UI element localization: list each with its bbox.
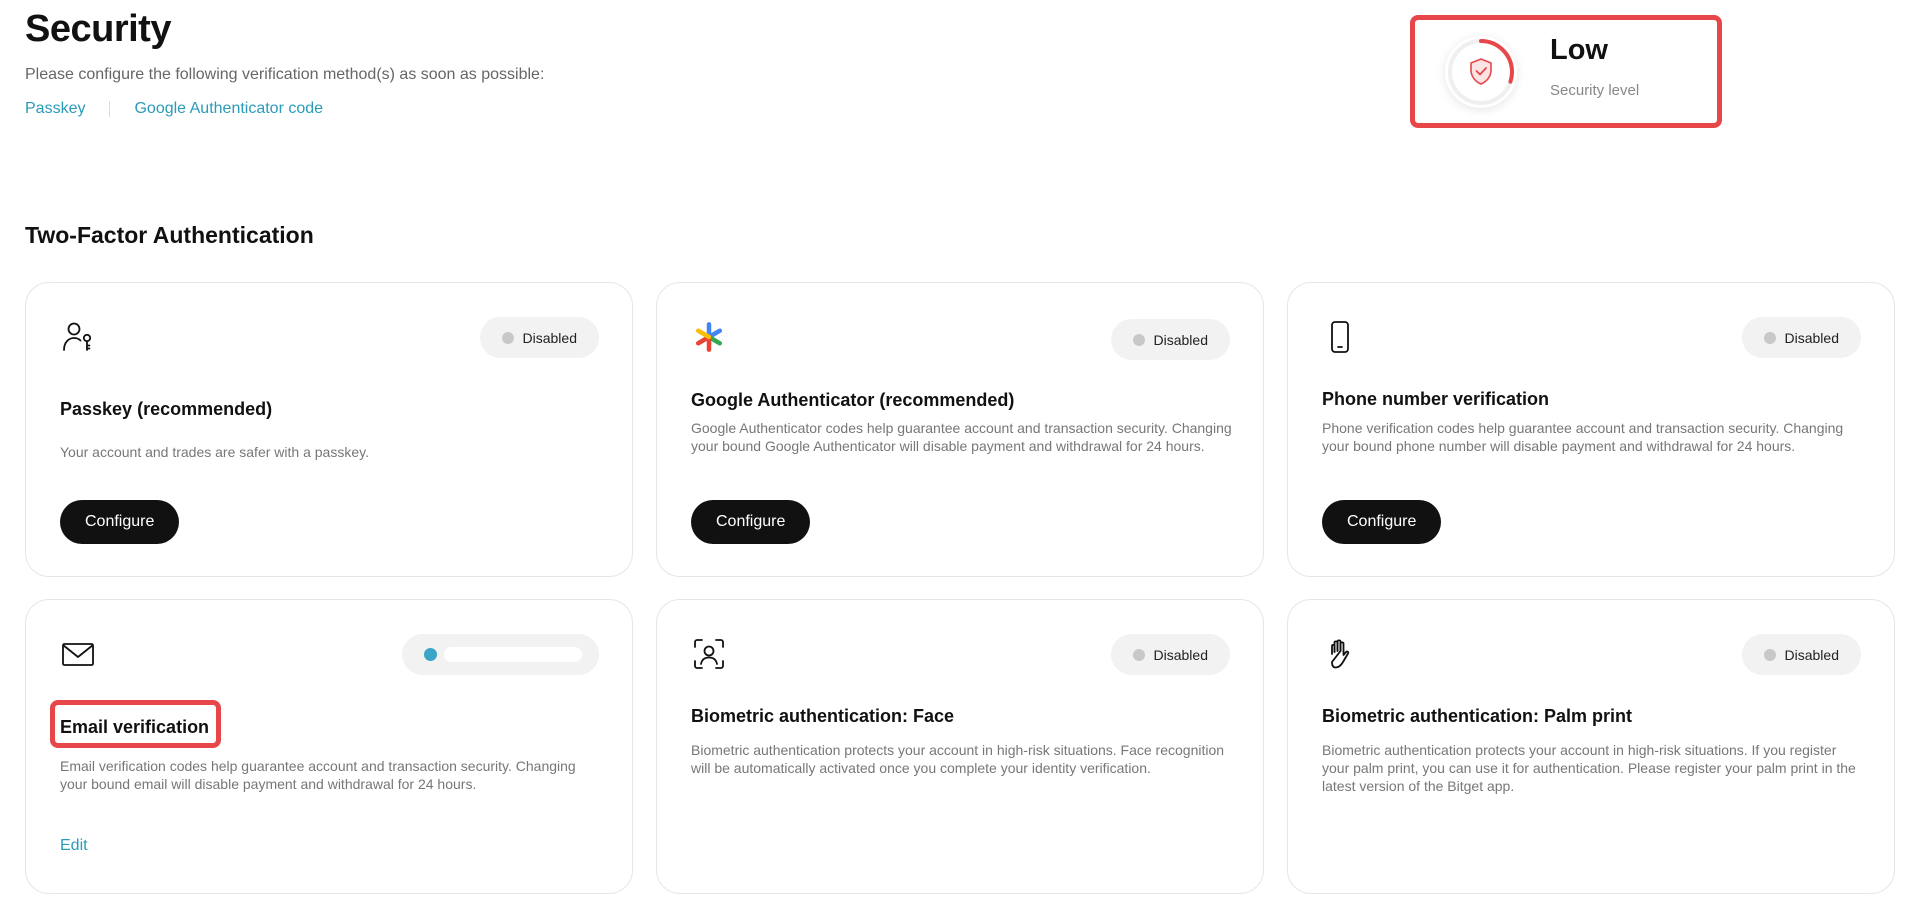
email-status-toggle	[402, 634, 599, 675]
card-title: Biometric authentication: Face	[691, 706, 955, 726]
face-scan-icon	[691, 636, 727, 672]
card-title: Passkey (recommended)	[60, 399, 273, 419]
phone-icon	[1322, 319, 1358, 355]
security-level-caption: Security level	[1550, 82, 1640, 99]
security-ring-graphic	[1448, 39, 1514, 105]
status-badge: Disabled	[1741, 317, 1861, 358]
edit-email-link[interactable]: Edit	[60, 837, 88, 855]
page-title: Security	[25, 8, 171, 50]
status-dot	[1763, 648, 1776, 661]
card-title: Phone number verification	[1322, 389, 1550, 409]
card-title: Biometric authentication: Palm print	[1322, 706, 1633, 726]
shield-check-icon	[1470, 58, 1492, 85]
status-label: Disabled	[522, 329, 577, 346]
biometric-palm-card: Disabled Biometric authentication: Palm …	[1287, 599, 1895, 894]
google-authenticator-link[interactable]: Google Authenticator code	[134, 100, 323, 118]
biometric-face-card: Disabled Biometric authentication: Face …	[656, 599, 1264, 894]
link-divider	[109, 101, 111, 117]
phone-verification-card: Disabled Phone number verification Phone…	[1287, 282, 1895, 577]
user-key-icon	[60, 319, 96, 355]
status-label: Disabled	[1784, 646, 1839, 663]
security-level-ring	[1445, 36, 1517, 108]
passkey-card: Disabled Passkey (recommended) Your acco…	[25, 282, 633, 577]
card-description: Biometric authentication protects your a…	[1322, 742, 1856, 794]
email-verification-card: Email verification Email verification co…	[25, 599, 633, 894]
enabled-dot	[424, 648, 437, 661]
status-dot	[1132, 648, 1145, 661]
status-label: Disabled	[1784, 329, 1839, 346]
section-title-2fa: Two-Factor Authentication	[25, 222, 314, 248]
auth-methods-grid: Disabled Passkey (recommended) Your acco…	[25, 282, 1896, 894]
status-track	[444, 647, 582, 662]
card-title: Google Authenticator (recommended)	[691, 390, 1015, 410]
status-dot	[1132, 333, 1145, 346]
page-subtitle: Please configure the following verificat…	[25, 66, 545, 83]
mail-icon	[60, 636, 96, 672]
card-description: Biometric authentication protects your a…	[691, 742, 1225, 776]
status-badge: Disabled	[1110, 319, 1230, 360]
card-description: Phone verification codes help guarantee …	[1322, 420, 1844, 454]
card-description: Your account and trades are safer with a…	[60, 444, 369, 460]
status-badge: Disabled	[1741, 634, 1861, 675]
status-label: Disabled	[1153, 331, 1208, 348]
pending-methods: Passkey Google Authenticator code	[25, 100, 323, 118]
configure-google-authenticator-button[interactable]: Configure	[691, 500, 811, 544]
status-label: Disabled	[1153, 646, 1208, 663]
status-dot	[501, 331, 514, 344]
status-badge: Disabled	[1110, 634, 1230, 675]
configure-phone-button[interactable]: Configure	[1322, 500, 1442, 544]
passkey-link[interactable]: Passkey	[25, 100, 85, 118]
configure-passkey-button[interactable]: Configure	[60, 500, 180, 544]
google-authenticator-card: Disabled Google Authenticator (recommend…	[656, 282, 1264, 577]
google-authenticator-icon	[691, 319, 727, 355]
security-level-panel: Low Security level	[1410, 15, 1722, 128]
security-level-value: Low	[1550, 34, 1608, 66]
palm-icon	[1322, 636, 1358, 672]
card-description: Google Authenticator codes help guarante…	[691, 420, 1232, 454]
status-badge: Disabled	[479, 317, 599, 358]
card-description: Email verification codes help guarantee …	[60, 758, 576, 792]
status-dot	[1763, 331, 1776, 344]
card-title: Email verification	[60, 717, 210, 737]
